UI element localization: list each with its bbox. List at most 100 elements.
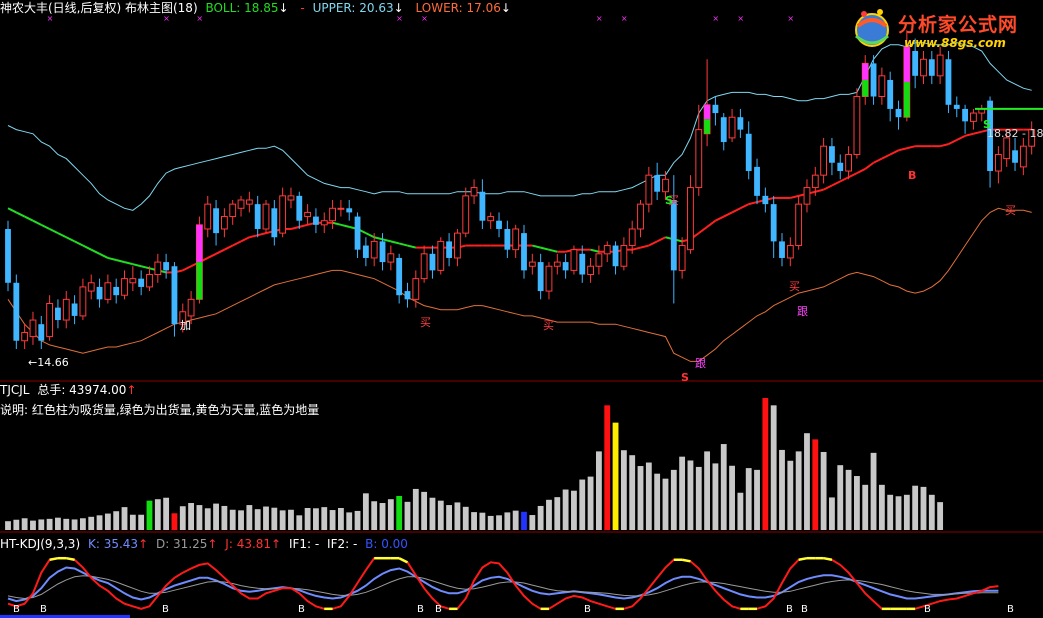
boll-mid-segment — [590, 248, 600, 253]
volume-panel-title: TJCJL — [0, 383, 30, 397]
kdj-d-value: D: 31.25 — [155, 537, 208, 551]
candle-body — [570, 249, 578, 271]
boll-mid-segment — [706, 219, 717, 228]
candle-body — [953, 104, 960, 109]
candle-body — [446, 241, 453, 258]
top-cross-marker: × — [596, 14, 603, 23]
boll-mid-segment — [714, 215, 725, 222]
top-cross-marker: × — [396, 14, 403, 23]
top-cross-marker: × — [712, 14, 719, 23]
candle-body — [612, 245, 619, 267]
candle-body — [21, 331, 29, 342]
kdj-k-value: K: 35.43 — [87, 537, 139, 551]
volume-bar — [770, 405, 777, 530]
down-arrow-icon: ↓ — [393, 1, 404, 15]
volume-bar — [71, 519, 78, 530]
boll-mid-segment — [815, 188, 824, 193]
candle-body — [237, 199, 245, 209]
boll-mid-segment — [848, 172, 858, 179]
boll-mid-segment — [948, 139, 958, 146]
candle-body — [720, 117, 727, 143]
candle-body — [496, 220, 502, 229]
candle-body — [545, 265, 553, 292]
top-cross-marker: × — [421, 14, 428, 23]
signal-follow-2: 跟 — [797, 305, 808, 318]
boll-mid-segment — [873, 157, 883, 164]
volume-bar — [571, 490, 577, 530]
candle-body — [829, 146, 835, 163]
volume-bar — [637, 466, 644, 530]
candle-body — [786, 245, 794, 259]
boll-mid-segment — [823, 184, 833, 191]
volume-bar — [679, 456, 686, 530]
candle-body — [662, 178, 669, 193]
candle-body — [429, 253, 436, 271]
candle-body — [163, 262, 170, 271]
volume-bar — [163, 497, 170, 530]
boll-mid-segment — [365, 232, 375, 239]
volume-bar — [853, 476, 860, 530]
kdj-if1-value: IF1: - — [288, 537, 320, 551]
price-right-label: 18.82 - 18.7 — [987, 127, 1043, 140]
candle-body — [537, 262, 544, 292]
candle-body — [870, 63, 877, 97]
candle-body — [5, 228, 11, 283]
kdj-j-extreme-segment — [823, 556, 833, 561]
stock-chart[interactable]: × × × × × × × × × × × 加 买 买 买 买 买 跟 跟 S S S B ←14.… — [0, 0, 1043, 618]
volume-bar — [720, 444, 727, 530]
candle-body — [279, 195, 287, 234]
volume-bar — [104, 513, 111, 530]
volume-bar — [362, 493, 369, 530]
volume-bar — [271, 507, 278, 530]
kdj-b-marker: B — [924, 604, 931, 615]
volume-bar — [396, 495, 403, 530]
boll-mid-segment — [115, 259, 125, 264]
top-cross-marker: × — [47, 14, 54, 23]
candle-body — [620, 245, 628, 267]
volume-bar — [595, 451, 602, 530]
boll-mid-segment — [57, 232, 67, 239]
volume-bar — [662, 478, 669, 530]
volume-bar — [113, 511, 120, 530]
boll-mid-segment — [631, 246, 641, 251]
candle-body — [728, 116, 736, 139]
boll-mid-segment — [906, 145, 916, 150]
candle-body — [837, 162, 844, 172]
boll-mid-segment — [249, 234, 258, 239]
boll-mid-segment — [240, 236, 250, 243]
boll-mid-segment — [881, 153, 891, 160]
volume-bar — [554, 497, 561, 530]
candle-body — [55, 307, 61, 321]
boll-mid-segment — [723, 211, 733, 218]
candle-body — [811, 174, 819, 189]
boll-mid-segment — [49, 228, 59, 235]
boll-mid-segment — [532, 244, 541, 249]
volume-bar — [629, 455, 636, 530]
volume-bar — [96, 515, 103, 530]
volume-bar — [862, 484, 869, 530]
boll-mid-segment — [65, 236, 76, 243]
volume-bar — [30, 520, 36, 530]
candle-body — [521, 233, 527, 271]
volume-bar — [504, 512, 511, 530]
volume-bar — [870, 452, 877, 530]
volume-bar — [471, 512, 477, 530]
volume-panel — [5, 398, 944, 530]
boll-mid-segment — [548, 248, 558, 253]
volume-bar — [121, 507, 128, 530]
volume-bar — [446, 505, 453, 530]
volume-bar — [5, 521, 11, 530]
price-panel — [5, 30, 1043, 362]
boll-mid-segment — [232, 240, 242, 247]
volume-bar — [779, 449, 785, 530]
volume-bar — [437, 500, 444, 530]
volume-bar — [737, 492, 744, 530]
candle-body — [970, 112, 977, 122]
candle-body — [528, 261, 536, 267]
volume-bar — [404, 501, 411, 530]
volume-bar — [421, 491, 428, 530]
down-arrow-icon: ↓ — [500, 1, 511, 15]
candle-body — [512, 228, 520, 251]
volume-bar — [837, 465, 844, 530]
candle-body — [820, 145, 828, 176]
